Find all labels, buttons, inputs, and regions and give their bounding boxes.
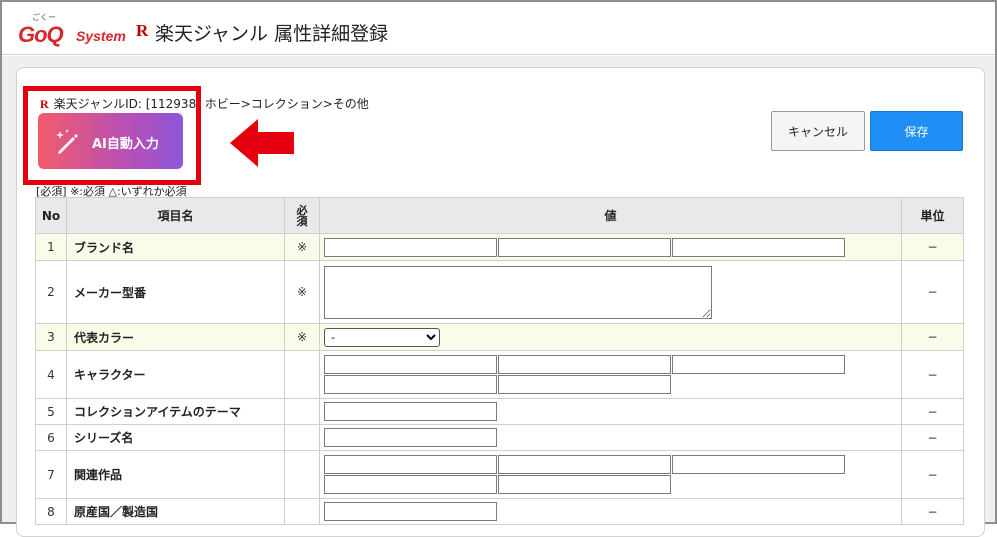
row-unit: − (901, 498, 964, 525)
row-required-mark (284, 450, 320, 499)
collection-theme-input[interactable] (324, 402, 497, 421)
save-button[interactable]: 保存 (870, 111, 963, 151)
col-header-value: 値 (319, 197, 902, 234)
row-no: 2 (35, 260, 67, 324)
rakuten-small-icon: R (40, 97, 49, 111)
row-name: キャラクター (66, 350, 285, 399)
table-row: 6 シリーズ名 − (35, 424, 964, 451)
row-required-mark (284, 424, 320, 451)
row-required-mark (284, 498, 320, 525)
row-unit: − (901, 398, 964, 425)
character-input-1[interactable] (324, 355, 497, 374)
app-header: ごくー GoQ System R 楽天ジャンル 属性詳細登録 (2, 2, 995, 55)
row-value-cell (319, 450, 902, 499)
representative-color-select[interactable]: - (324, 327, 440, 347)
row-unit: − (901, 233, 964, 261)
row-no: 8 (35, 498, 67, 525)
character-input-3[interactable] (672, 355, 845, 374)
row-required-mark (284, 350, 320, 399)
table-row: 4 キャラクター − (35, 350, 964, 399)
country-of-origin-input[interactable] (324, 502, 497, 521)
related-work-input-3[interactable] (672, 455, 845, 474)
table-row: 7 関連作品 − (35, 450, 964, 499)
row-unit: − (901, 323, 964, 351)
row-value-cell (319, 424, 902, 451)
row-required-mark (284, 398, 320, 425)
related-work-input-2[interactable] (498, 455, 671, 474)
row-required-mark: ※ (284, 323, 320, 351)
logo-goq: GoQ (18, 22, 64, 47)
character-input-2[interactable] (498, 355, 671, 374)
row-unit: − (901, 260, 964, 324)
related-work-input-5[interactable] (498, 475, 671, 494)
row-unit: − (901, 424, 964, 451)
table-row: 1 ブランド名 ※ − (35, 233, 964, 261)
row-no: 5 (35, 398, 67, 425)
attribute-table: No 項目名 必須 値 単位 1 ブランド名 ※ − 2 メーカー型番 ※ − … (35, 197, 964, 525)
row-no: 3 (35, 323, 67, 351)
brand-name-input-1[interactable] (324, 237, 497, 257)
row-no: 6 (35, 424, 67, 451)
col-header-unit: 単位 (901, 197, 964, 234)
page-title: 楽天ジャンル 属性詳細登録 (155, 23, 389, 45)
row-required-mark: ※ (284, 233, 320, 261)
magic-pen-icon (56, 129, 78, 154)
brand-name-input-3[interactable] (672, 237, 845, 257)
row-name: シリーズ名 (66, 424, 285, 451)
table-header-row: No 項目名 必須 値 単位 (35, 197, 964, 234)
character-input-5[interactable] (498, 375, 671, 394)
row-name: 関連作品 (66, 450, 285, 499)
row-name: コレクションアイテムのテーマ (66, 398, 285, 425)
related-work-input-1[interactable] (324, 455, 497, 474)
row-value-cell: - (319, 323, 902, 351)
col-header-no: No (35, 197, 67, 234)
logo-system: System (76, 28, 126, 44)
related-work-input-4[interactable] (324, 475, 497, 494)
col-header-required: 必須 (284, 197, 320, 234)
row-value-cell (319, 233, 902, 261)
row-value-cell (319, 350, 902, 399)
cancel-button[interactable]: キャンセル (771, 111, 865, 151)
table-row: 2 メーカー型番 ※ − (35, 260, 964, 324)
row-required-mark: ※ (284, 260, 320, 324)
row-no: 1 (35, 233, 67, 261)
row-no: 4 (35, 350, 67, 399)
row-unit: − (901, 350, 964, 399)
row-name: メーカー型番 (66, 260, 285, 324)
genre-path: 楽天ジャンルID: [112938] ホビー>コレクション>その他 (53, 97, 369, 111)
character-input-4[interactable] (324, 375, 497, 394)
table-row: 8 原産国／製造国 − (35, 498, 964, 525)
row-name: 原産国／製造国 (66, 498, 285, 525)
row-value-cell (319, 498, 902, 525)
row-no: 7 (35, 450, 67, 499)
table-row: 5 コレクションアイテムのテーマ − (35, 398, 964, 425)
rakuten-icon: R (136, 21, 149, 40)
col-header-name: 項目名 (66, 197, 285, 234)
row-name: 代表カラー (66, 323, 285, 351)
genre-breadcrumb: R 楽天ジャンルID: [112938] ホビー>コレクション>その他 (40, 95, 369, 112)
annotation-arrow-icon (230, 119, 294, 167)
brand-name-input-2[interactable] (498, 237, 671, 257)
row-value-cell (319, 398, 902, 425)
ai-autofill-label: AI自動入力 (92, 137, 159, 152)
maker-model-number-textarea[interactable] (324, 265, 712, 319)
row-name: ブランド名 (66, 233, 285, 261)
row-unit: − (901, 450, 964, 499)
row-value-cell (319, 260, 902, 324)
ai-autofill-button[interactable]: AI自動入力 (38, 113, 183, 169)
table-row: 3 代表カラー ※ - − (35, 323, 964, 351)
series-name-input[interactable] (324, 428, 497, 447)
